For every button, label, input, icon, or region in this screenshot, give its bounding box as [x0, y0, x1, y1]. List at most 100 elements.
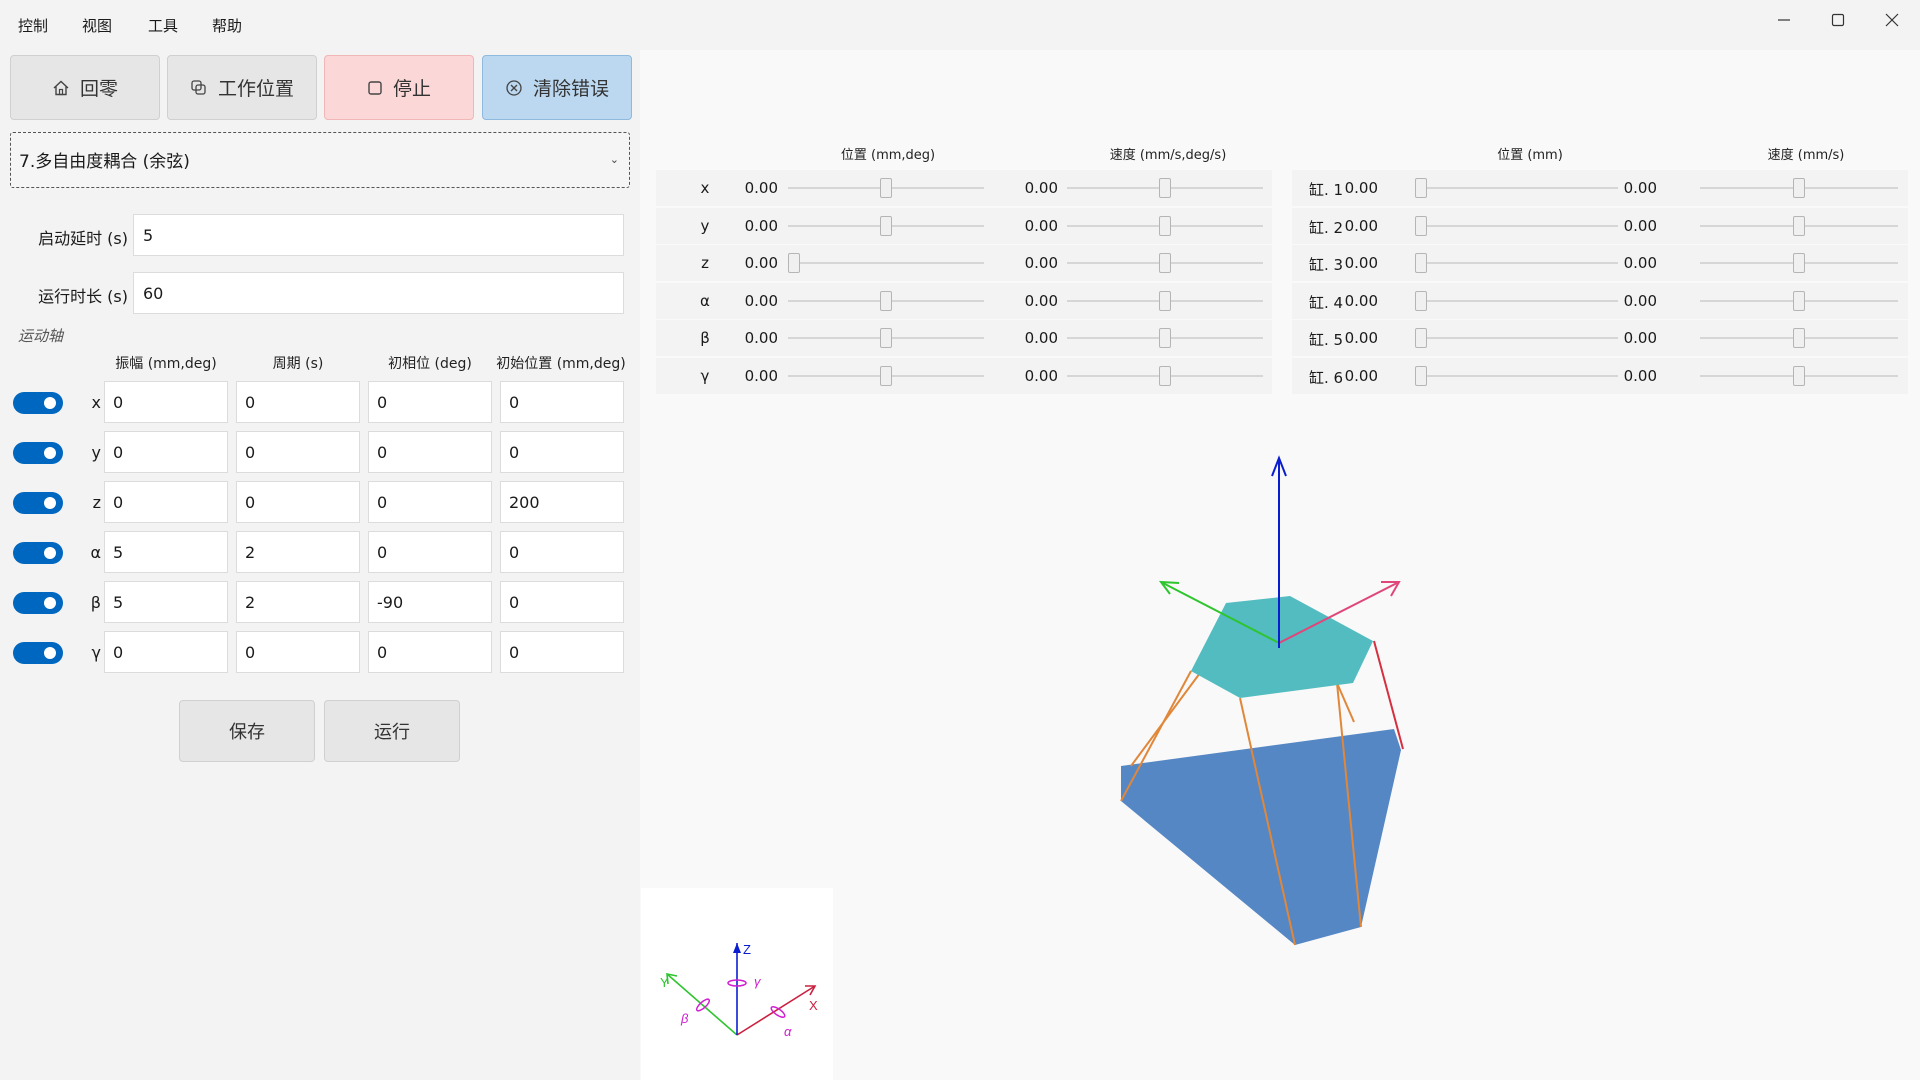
pose-speed-slider[interactable] [1067, 178, 1263, 198]
phase-input[interactable]: 0 [368, 481, 492, 523]
slider-thumb[interactable] [1159, 178, 1171, 198]
save-button[interactable]: 保存 [179, 700, 315, 762]
period-input[interactable]: 0 [236, 381, 360, 423]
period-input[interactable]: 0 [236, 431, 360, 473]
slider-thumb[interactable] [880, 365, 892, 386]
stop-button[interactable]: 停止 [324, 55, 474, 120]
axis-enable-toggle[interactable] [13, 542, 63, 564]
initial-position-input[interactable]: 0 [500, 631, 624, 673]
amplitude-input[interactable]: 5 [104, 581, 228, 623]
cylinder-speed-slider[interactable] [1700, 253, 1898, 273]
pose-speed-header: 速度 (mm/s,deg/s) [1109, 148, 1227, 163]
pose-speed-slider[interactable] [1067, 365, 1263, 386]
pose-speed-slider[interactable] [1067, 290, 1263, 311]
cylinder-position-slider[interactable] [1415, 215, 1618, 236]
slider-thumb[interactable] [1415, 365, 1427, 386]
slider-thumb[interactable] [1415, 215, 1427, 236]
axis-enable-toggle[interactable] [13, 392, 63, 414]
cylinder-speed-slider[interactable] [1700, 290, 1898, 311]
run-button[interactable]: 运行 [324, 700, 460, 762]
pose-position-slider[interactable] [788, 215, 984, 236]
period-input[interactable]: 2 [236, 531, 360, 573]
pose-speed-slider[interactable] [1067, 328, 1263, 348]
slider-thumb[interactable] [1793, 365, 1805, 386]
pose-position-slider[interactable] [788, 253, 984, 273]
cylinder-speed-slider[interactable] [1700, 328, 1898, 348]
slider-thumb[interactable] [1793, 178, 1805, 198]
clear-errors-button[interactable]: 清除错误 [482, 55, 632, 120]
save-label: 保存 [229, 722, 265, 743]
phase-input[interactable]: 0 [368, 531, 492, 573]
cylinder-position-slider[interactable] [1415, 178, 1618, 198]
pose-speed-slider[interactable] [1067, 253, 1263, 273]
cylinder-position-slider[interactable] [1415, 253, 1618, 273]
slider-thumb[interactable] [1415, 290, 1427, 311]
amplitude-input[interactable]: 0 [104, 381, 228, 423]
cylinder-position-slider[interactable] [1415, 290, 1618, 311]
initial-position-input[interactable]: 0 [500, 431, 624, 473]
cylinder-speed-slider[interactable] [1700, 365, 1898, 386]
amplitude-input[interactable]: 0 [104, 431, 228, 473]
slider-thumb[interactable] [1793, 253, 1805, 273]
maximize-button[interactable] [1810, 0, 1866, 40]
initial-position-input[interactable]: 200 [500, 481, 624, 523]
axis-enable-toggle[interactable] [13, 642, 63, 664]
slider-thumb[interactable] [1415, 178, 1427, 198]
slider-track [1415, 187, 1618, 189]
pose-position-slider[interactable] [788, 290, 984, 311]
menu-view[interactable]: 视图 [82, 15, 112, 36]
minimize-button[interactable] [1756, 0, 1812, 40]
mode-select[interactable]: 7.多自由度耦合 (余弦) ⌄ [10, 132, 630, 188]
cylinder-position-value: 0.00 [1344, 291, 1378, 310]
initial-position-input[interactable]: 0 [500, 531, 624, 573]
slider-thumb[interactable] [788, 253, 800, 273]
period-input[interactable]: 0 [236, 631, 360, 673]
slider-thumb[interactable] [880, 290, 892, 311]
cylinder-speed-slider[interactable] [1700, 178, 1898, 198]
amplitude-input[interactable]: 0 [104, 481, 228, 523]
pose-position-slider[interactable] [788, 365, 984, 386]
cylinder-position-slider[interactable] [1415, 328, 1618, 348]
pose-position-slider[interactable] [788, 178, 984, 198]
menu-tools[interactable]: 工具 [148, 15, 178, 36]
slider-thumb[interactable] [1415, 328, 1427, 348]
menu-control[interactable]: 控制 [18, 15, 48, 36]
slider-thumb[interactable] [1415, 253, 1427, 273]
slider-thumb[interactable] [1159, 365, 1171, 386]
slider-thumb[interactable] [880, 328, 892, 348]
axis-label: x [91, 393, 101, 412]
slider-thumb[interactable] [1793, 290, 1805, 311]
phase-input[interactable]: 0 [368, 381, 492, 423]
phase-input[interactable]: -90 [368, 581, 492, 623]
period-input[interactable]: 2 [236, 581, 360, 623]
alpha-rotation-icon [770, 1006, 786, 1018]
phase-input[interactable]: 0 [368, 631, 492, 673]
amplitude-input[interactable]: 0 [104, 631, 228, 673]
slider-thumb[interactable] [880, 178, 892, 198]
axis-enable-toggle[interactable] [13, 592, 63, 614]
slider-thumb[interactable] [1159, 253, 1171, 273]
slider-thumb[interactable] [1793, 328, 1805, 348]
slider-thumb[interactable] [1159, 328, 1171, 348]
home-button[interactable]: 回零 [10, 55, 160, 120]
amplitude-input[interactable]: 5 [104, 531, 228, 573]
initial-position-input[interactable]: 0 [500, 581, 624, 623]
pose-position-slider[interactable] [788, 328, 984, 348]
run-duration-input[interactable]: 60 [133, 272, 624, 314]
cylinder-position-slider[interactable] [1415, 365, 1618, 386]
close-button[interactable] [1864, 0, 1920, 40]
slider-thumb[interactable] [1159, 290, 1171, 311]
axis-enable-toggle[interactable] [13, 492, 63, 514]
slider-thumb[interactable] [1793, 215, 1805, 236]
slider-thumb[interactable] [1159, 215, 1171, 236]
initial-position-input[interactable]: 0 [500, 381, 624, 423]
slider-thumb[interactable] [880, 215, 892, 236]
work-position-button[interactable]: 工作位置 [167, 55, 317, 120]
phase-input[interactable]: 0 [368, 431, 492, 473]
cylinder-speed-slider[interactable] [1700, 215, 1898, 236]
menu-help[interactable]: 帮助 [212, 15, 242, 36]
pose-speed-slider[interactable] [1067, 215, 1263, 236]
axis-enable-toggle[interactable] [13, 442, 63, 464]
start-delay-input[interactable]: 5 [133, 214, 624, 256]
period-input[interactable]: 0 [236, 481, 360, 523]
